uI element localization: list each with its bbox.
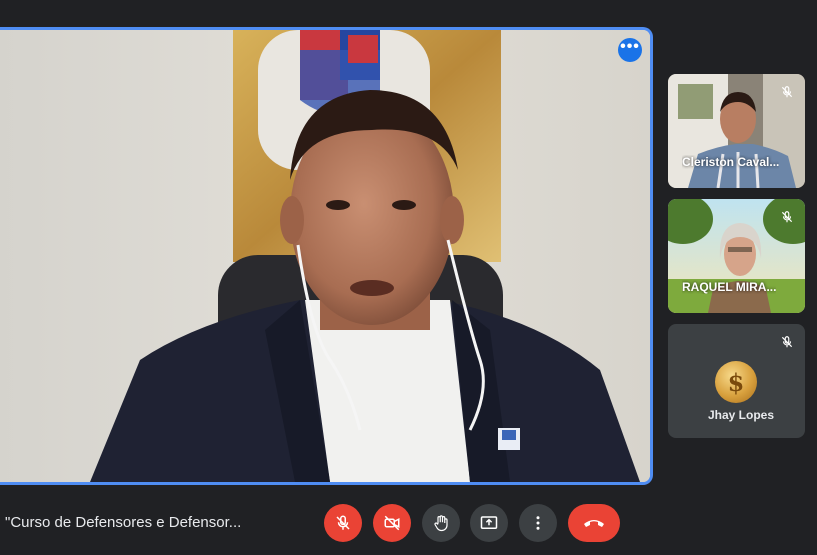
participant-tile-jhay[interactable]: $ Jhay Lopes [668, 324, 805, 438]
camera-toggle-button[interactable] [373, 504, 411, 542]
mic-off-icon [336, 515, 350, 530]
participant-name: RAQUEL MIRA... [682, 280, 777, 294]
more-options-menu-button[interactable] [519, 504, 557, 542]
raise-hand-button[interactable] [422, 504, 460, 542]
camera-off-icon [384, 515, 400, 531]
leave-call-button[interactable] [568, 504, 620, 542]
hang-up-icon [584, 520, 604, 527]
more-vert-icon [536, 516, 540, 530]
mic-off-icon [781, 211, 793, 223]
participant-name: Cleriston Caval... [682, 155, 780, 169]
main-speaker-tile[interactable]: ••• [0, 27, 653, 485]
tile2-mic-off-indicator [777, 207, 797, 227]
present-screen-button[interactable] [470, 504, 508, 542]
present-screen-icon [480, 516, 498, 529]
participant-tile-cleriston[interactable]: Cleriston Caval... [668, 74, 805, 188]
meeting-title[interactable]: "Curso de Defensores e Defensor... [5, 514, 241, 531]
main-speaker-video [0, 30, 650, 482]
mic-off-icon [781, 336, 793, 348]
more-options-button[interactable]: ••• [618, 38, 642, 62]
more-options-icon: ••• [620, 38, 640, 55]
tile3-mic-off-indicator [777, 332, 797, 352]
participant-name: Jhay Lopes [708, 408, 775, 422]
tile1-mic-off-indicator [777, 82, 797, 102]
mic-toggle-button[interactable] [324, 504, 362, 542]
mic-off-icon [781, 86, 793, 98]
raise-hand-icon [434, 515, 448, 532]
participant-tile-raquel[interactable]: RAQUEL MIRA... [668, 199, 805, 313]
avatar: $ [715, 361, 757, 403]
bottom-control-bar: "Curso de Defensores e Defensor... [0, 490, 817, 555]
